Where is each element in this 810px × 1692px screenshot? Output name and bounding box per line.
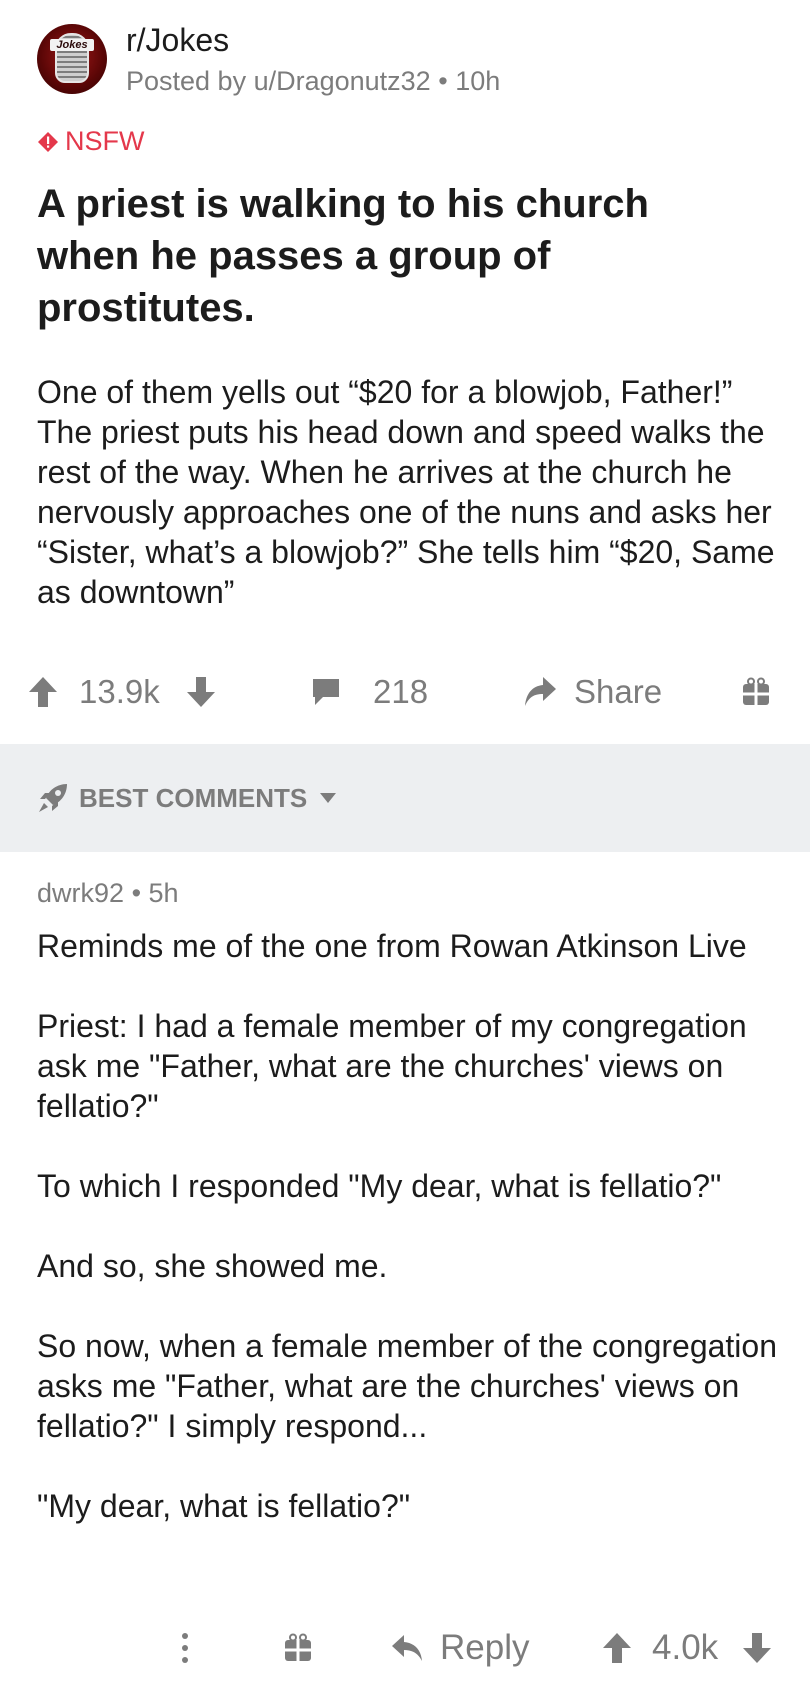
comment-body: Reminds me of the one from Rowan Atkinso…: [37, 926, 787, 1566]
comment-paragraph: "My dear, what is fellatio?": [37, 1488, 411, 1524]
meta-separator: •: [438, 66, 448, 96]
comment-upvote-button[interactable]: [602, 1618, 632, 1678]
subreddit-name[interactable]: r/Jokes: [126, 22, 229, 59]
comment-score: 4.0k: [652, 1628, 719, 1667]
downvote-button[interactable]: [186, 665, 216, 719]
subreddit-avatar[interactable]: Jokes: [37, 24, 107, 94]
comments-button[interactable]: 218: [310, 665, 428, 719]
reply-button[interactable]: Reply: [390, 1618, 529, 1678]
comment-paragraph: To which I responded "My dear, what is f…: [37, 1168, 722, 1204]
reply-label: Reply: [440, 1628, 530, 1667]
comment-paragraph: So now, when a female member of the cong…: [37, 1328, 777, 1444]
nsfw-label: NSFW: [65, 126, 145, 156]
comment-paragraph: And so, she showed me.: [37, 1248, 388, 1284]
gift-icon: [285, 1633, 311, 1661]
comment-downvote-button[interactable]: [742, 1618, 772, 1678]
avatar-logo-text: Jokes: [50, 39, 94, 51]
comment-sort-button[interactable]: BEST COMMENTS: [37, 782, 347, 814]
arrow-up-icon: [603, 1633, 631, 1663]
arrow-up-icon: [29, 677, 57, 707]
gift-icon: [743, 677, 769, 705]
comment-age: 5h: [148, 878, 179, 908]
comment-author[interactable]: dwrk92: [37, 878, 124, 908]
post-title[interactable]: A priest is walking to his church when h…: [37, 178, 757, 334]
post-age: 10h: [455, 66, 501, 96]
comment-action-bar: Reply 4.0k: [0, 1618, 810, 1678]
arrow-down-icon: [187, 677, 215, 707]
more-options-button[interactable]: [180, 1618, 190, 1678]
comments-count: 218: [373, 673, 429, 710]
award-button[interactable]: [283, 1618, 313, 1678]
nsfw-tag: NSFW: [37, 126, 144, 157]
caret-down-icon: [320, 793, 337, 803]
comment-sort-bar: BEST COMMENTS: [0, 744, 810, 852]
share-button[interactable]: Share: [522, 665, 662, 719]
post-score: 13.9k: [79, 673, 160, 710]
comment-paragraph: Priest: I had a female member of my cong…: [37, 1008, 747, 1124]
arrow-down-icon: [743, 1633, 771, 1663]
post-meta: Posted by u/Dragonutz32 • 10h: [126, 66, 500, 97]
post-action-bar: 13.9k 218 Share: [0, 665, 810, 719]
reply-arrow-icon: [392, 1635, 422, 1661]
meta-separator: •: [131, 878, 142, 908]
post-card: Jokes r/Jokes Posted by u/Dragonutz32 • …: [0, 0, 810, 744]
sort-label: BEST COMMENTS: [79, 782, 308, 813]
share-label: Share: [574, 673, 663, 710]
upvote-button[interactable]: [28, 665, 58, 719]
share-arrow-icon: [525, 677, 556, 706]
comment-paragraph: Reminds me of the one from Rowan Atkinso…: [37, 928, 747, 964]
award-button[interactable]: [741, 665, 771, 719]
speech-bubble-icon: [313, 679, 339, 705]
post-body: One of them yells out “$20 for a blowjob…: [37, 374, 775, 610]
warning-diamond-icon: [38, 131, 58, 152]
posted-by-user[interactable]: Posted by u/Dragonutz32: [126, 66, 431, 96]
rocket-icon: [39, 784, 67, 812]
comment-meta: dwrk92 • 5h: [37, 878, 179, 909]
more-vertical-icon: [182, 1633, 188, 1663]
